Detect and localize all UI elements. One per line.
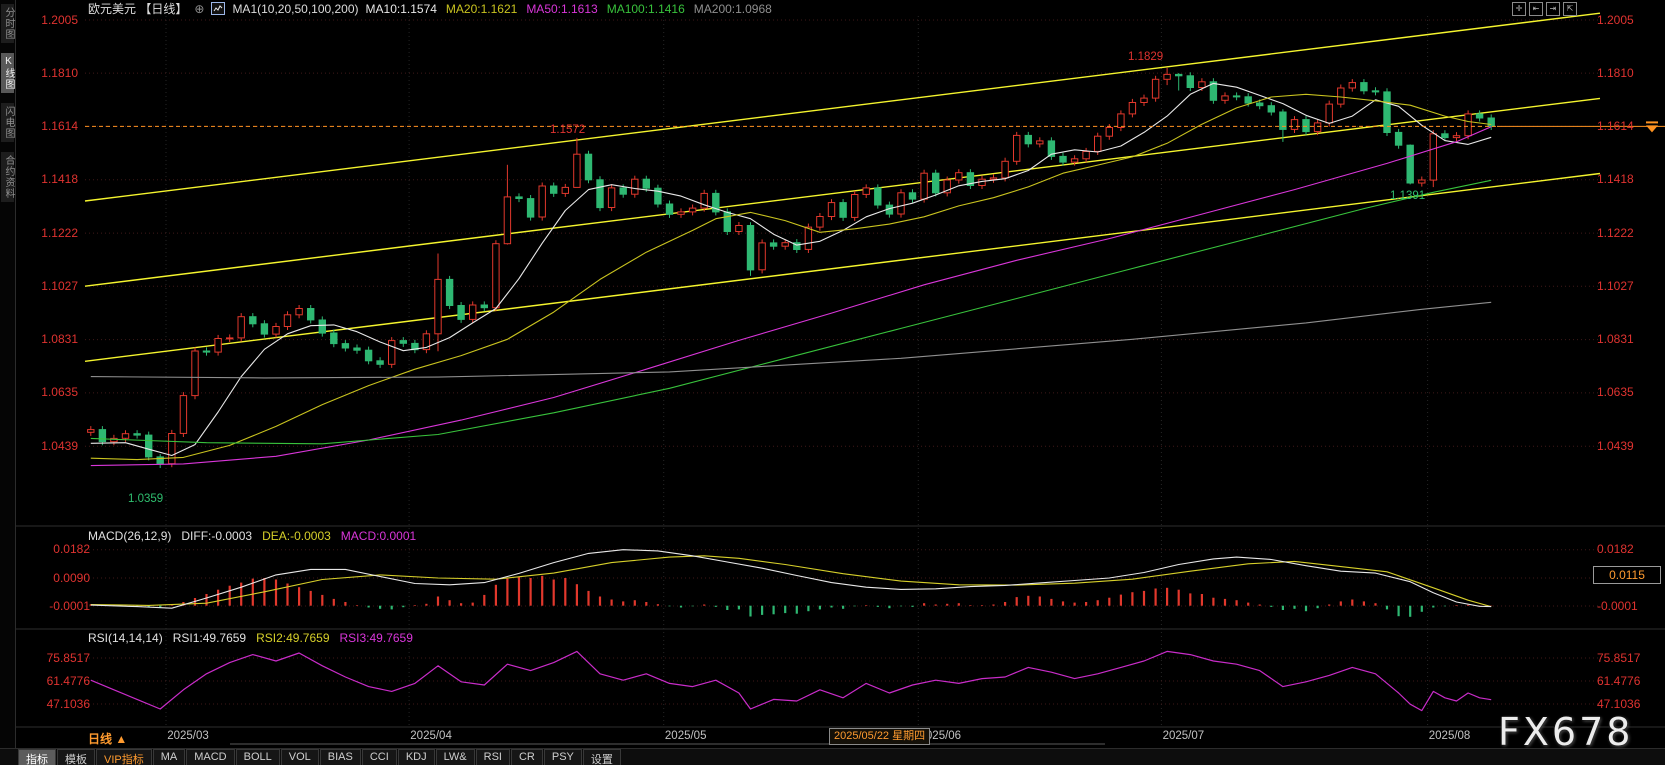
crosshair-date-badge: 2025/05/22 星期四 <box>829 728 930 745</box>
toolbar-button-VOL[interactable]: VOL <box>281 749 319 765</box>
axis-tick-label: 1.1810 <box>1597 67 1659 80</box>
axis-tick-label: 1.0439 <box>1597 440 1659 453</box>
ma-param-label: MA1(10,20,50,100,200) <box>232 2 358 16</box>
expand-x-icon[interactable]: ⇥ <box>1546 2 1560 16</box>
axis-tick-label: 75.8517 <box>0 652 90 665</box>
axis-tick-label: 0.0090 <box>0 572 90 585</box>
axis-tick-label: 47.1036 <box>1597 698 1659 711</box>
axis-tick-label: 1.1810 <box>0 67 78 80</box>
axis-tick-label: 47.1036 <box>0 698 90 711</box>
axis-tick-label: 1.1614 <box>0 120 78 133</box>
chart-header: 欧元美元 【日线】 ⊕ MA1(10,20,50,100,200) MA10:1… <box>88 1 772 16</box>
rsi-header-value: RSI2:49.7659 <box>256 631 329 645</box>
toolbar-button-PSY[interactable]: PSY <box>544 749 582 765</box>
toolbar-button-CR[interactable]: CR <box>511 749 543 765</box>
axis-tick-label: -0.0001 <box>0 600 90 613</box>
rsi-header-value: RSI3:49.7659 <box>340 631 413 645</box>
axis-tick-label: 1.1222 <box>1597 227 1659 240</box>
macd-header-value: DEA:-0.0003 <box>262 529 331 543</box>
macd-header-value: MACD(26,12,9) <box>88 529 171 543</box>
rsi-pane-header: RSI(14,14,14) RSI1:49.7659 RSI2:49.7659 RSI… <box>88 631 413 645</box>
period-selector[interactable]: 日线 ▲ <box>88 730 127 747</box>
toolbar-button-KDJ[interactable]: KDJ <box>398 749 435 765</box>
toolbar-button-CCI[interactable]: CCI <box>362 749 397 765</box>
axis-tick-label: 1.1222 <box>0 227 78 240</box>
toolbar-button-设置[interactable]: 设置 <box>583 749 621 765</box>
axis-tick-label: 1.1418 <box>1597 173 1659 186</box>
toolbar-button-VIP指标[interactable]: VIP指标 <box>96 749 152 765</box>
ma-value-label: MA100:1.1416 <box>607 2 685 16</box>
price-annotation: 1.0359 <box>128 493 163 505</box>
toolbar-button-BOLL[interactable]: BOLL <box>236 749 280 765</box>
price-annotation: 1.1391 <box>1390 190 1425 202</box>
axis-tick-label: 61.4776 <box>0 675 90 688</box>
price-annotation: 1.1829 <box>1128 51 1163 63</box>
axis-tick-label: 1.2005 <box>1597 14 1659 27</box>
month-label: 2025/07 <box>1163 730 1205 742</box>
pan-icon[interactable]: ✛ <box>1512 2 1526 16</box>
ma-value-label: MA50:1.1613 <box>526 2 597 16</box>
axis-tick-label: 75.8517 <box>1597 652 1659 665</box>
chart-canvas[interactable] <box>0 0 1665 765</box>
axis-tick-label: 1.0635 <box>1597 386 1659 399</box>
axis-tick-label: 1.1418 <box>0 173 78 186</box>
restore-icon[interactable]: ⇱ <box>1563 2 1577 16</box>
toolbar-button-BIAS[interactable]: BIAS <box>320 749 361 765</box>
axis-tick-label: 61.4776 <box>1597 675 1659 688</box>
toolbar-button-MACD[interactable]: MACD <box>186 749 234 765</box>
link-icon[interactable]: ⊕ <box>194 2 204 16</box>
month-label: 2025/03 <box>167 730 209 742</box>
axis-tick-label: 1.1027 <box>1597 280 1659 293</box>
axis-tick-label: 1.0439 <box>0 440 78 453</box>
axis-tick-label: -0.0001 <box>1597 600 1659 613</box>
toolbar-button-LW&[interactable]: LW& <box>436 749 475 765</box>
toolbar-button-模板[interactable]: 模板 <box>57 749 95 765</box>
axis-tick-label: 0.0182 <box>1597 543 1659 556</box>
axis-tick-label: 0.0182 <box>0 543 90 556</box>
toolbar-button-RSI[interactable]: RSI <box>476 749 510 765</box>
mini-chart-icon[interactable] <box>211 2 225 15</box>
ma-value-label: MA20:1.1621 <box>446 2 517 16</box>
rsi-header-value: RSI1:49.7659 <box>173 631 246 645</box>
ma-values: MA10:1.1574 MA20:1.1621 MA50:1.1613 MA100:1… <box>366 2 772 16</box>
month-label: 2025/05 <box>665 730 707 742</box>
macd-crosshair-value-badge: 0.0115 <box>1593 566 1661 584</box>
ma-value-label: MA10:1.1574 <box>366 2 437 16</box>
axis-tick-label: 1.0635 <box>0 386 78 399</box>
chart-tool-icons: ✛⇤⇥⇱ <box>1512 2 1577 16</box>
ma-value-label: MA200:1.0968 <box>694 2 772 16</box>
axis-tick-label: 1.0831 <box>1597 333 1659 346</box>
axis-tick-label: 1.0831 <box>0 333 78 346</box>
shrink-x-icon[interactable]: ⇤ <box>1529 2 1543 16</box>
month-label: 2025/08 <box>1429 730 1471 742</box>
macd-header-value: DIFF:-0.0003 <box>181 529 252 543</box>
indicator-toolbar: 指标模板VIP指标MAMACDBOLLVOLBIASCCIKDJLW&RSICR… <box>0 748 1665 765</box>
toolbar-button-指标[interactable]: 指标 <box>18 749 56 765</box>
macd-pane-header: MACD(26,12,9) DIFF:-0.0003 DEA:-0.0003 MACD… <box>88 529 416 543</box>
macd-header-value: MACD:0.0001 <box>341 529 416 543</box>
axis-tick-label: 1.1027 <box>0 280 78 293</box>
symbol-title: 欧元美元 【日线】 <box>88 0 187 17</box>
left-sidebar: 分时图K线图闪电图合约资料 <box>0 0 16 765</box>
rsi-header-value: RSI(14,14,14) <box>88 631 163 645</box>
watermark: FX678 <box>1498 710 1633 754</box>
chart-app: 分时图K线图闪电图合约资料 欧元美元 【日线】 ⊕ MA1(10,20,50,1… <box>0 0 1665 765</box>
axis-tick-label: 1.2005 <box>0 14 78 27</box>
price-annotation: 1.1572 <box>550 124 585 136</box>
axis-tick-label: 1.1614 <box>1597 120 1659 133</box>
month-label: 2025/04 <box>410 730 452 742</box>
toolbar-button-MA[interactable]: MA <box>153 749 186 765</box>
